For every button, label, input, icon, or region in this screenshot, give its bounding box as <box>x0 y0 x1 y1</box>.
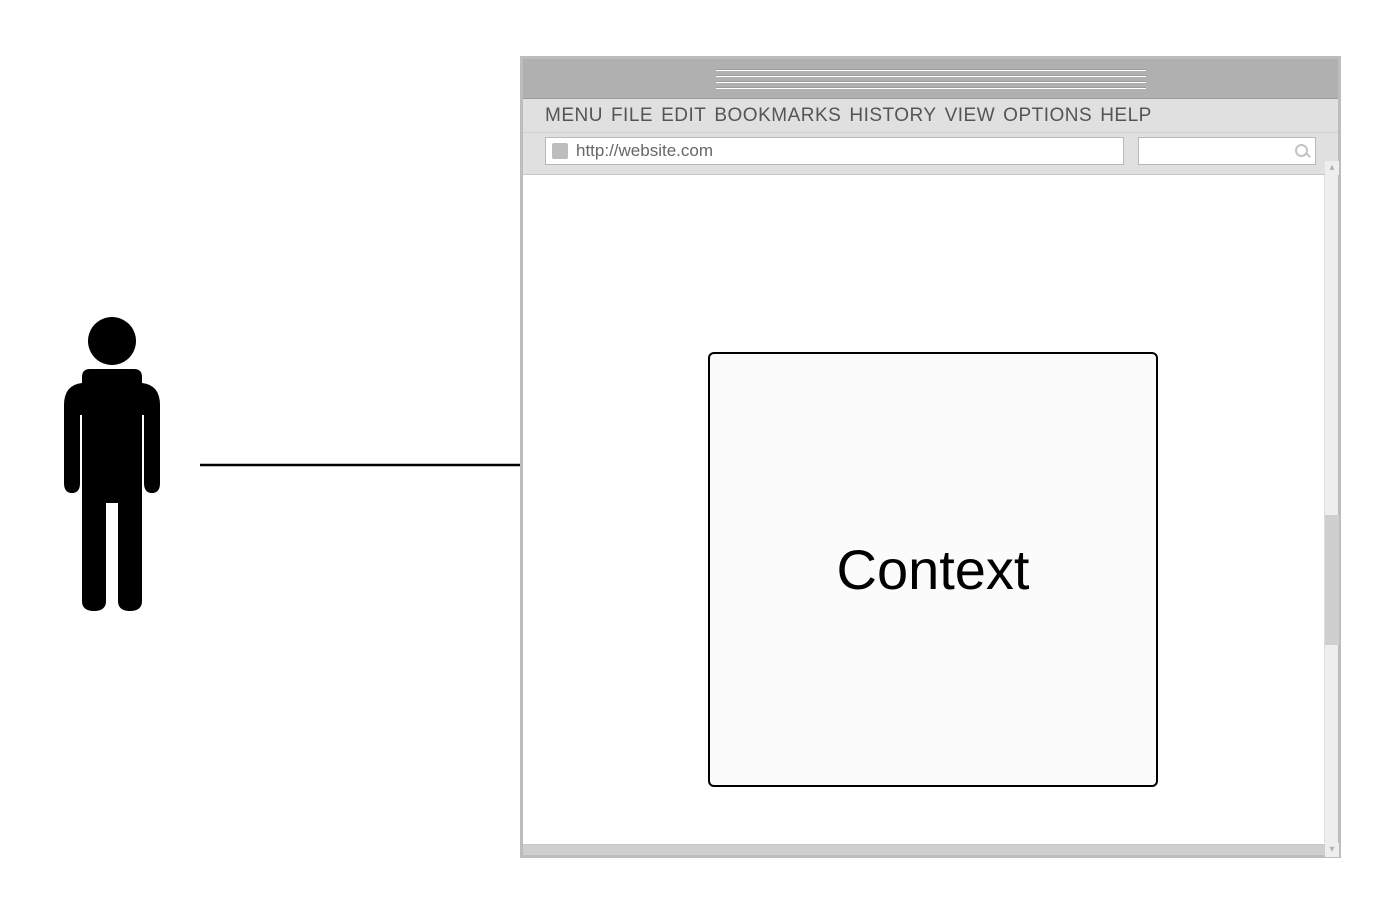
user-icon <box>52 315 172 615</box>
browser-viewport: Context <box>523 175 1338 845</box>
toolbar: http://website.com <box>523 133 1338 175</box>
favicon-icon <box>552 143 568 159</box>
menu-item-bookmarks[interactable]: BOOKMARKS <box>714 105 841 127</box>
address-url: http://website.com <box>576 141 713 161</box>
menu-item-edit[interactable]: EDIT <box>661 105 706 127</box>
menu-item-menu[interactable]: MENU <box>545 105 603 127</box>
titlebar-grip-icon <box>716 69 1146 89</box>
menu-bar: MENU FILE EDIT BOOKMARKS HISTORY VIEW OP… <box>523 99 1338 133</box>
search-icon <box>1295 144 1309 158</box>
window-titlebar[interactable] <box>523 59 1338 99</box>
scroll-up-icon[interactable]: ▴ <box>1325 161 1339 175</box>
window-bottom-border <box>523 845 1338 855</box>
menu-item-history[interactable]: HISTORY <box>849 105 936 127</box>
vertical-scrollbar[interactable]: ▴ ▾ <box>1324 175 1338 843</box>
scrollbar-thumb[interactable] <box>1325 515 1339 645</box>
search-input[interactable] <box>1138 137 1316 165</box>
menu-item-help[interactable]: HELP <box>1100 105 1152 127</box>
menu-item-options[interactable]: OPTIONS <box>1003 105 1092 127</box>
menu-item-file[interactable]: FILE <box>611 105 653 127</box>
menu-item-view[interactable]: VIEW <box>945 105 996 127</box>
address-bar[interactable]: http://website.com <box>545 137 1124 165</box>
browser-window: MENU FILE EDIT BOOKMARKS HISTORY VIEW OP… <box>521 57 1340 857</box>
scroll-down-icon[interactable]: ▾ <box>1325 843 1339 857</box>
context-label: Context <box>837 537 1030 602</box>
context-region: Context <box>708 352 1158 787</box>
